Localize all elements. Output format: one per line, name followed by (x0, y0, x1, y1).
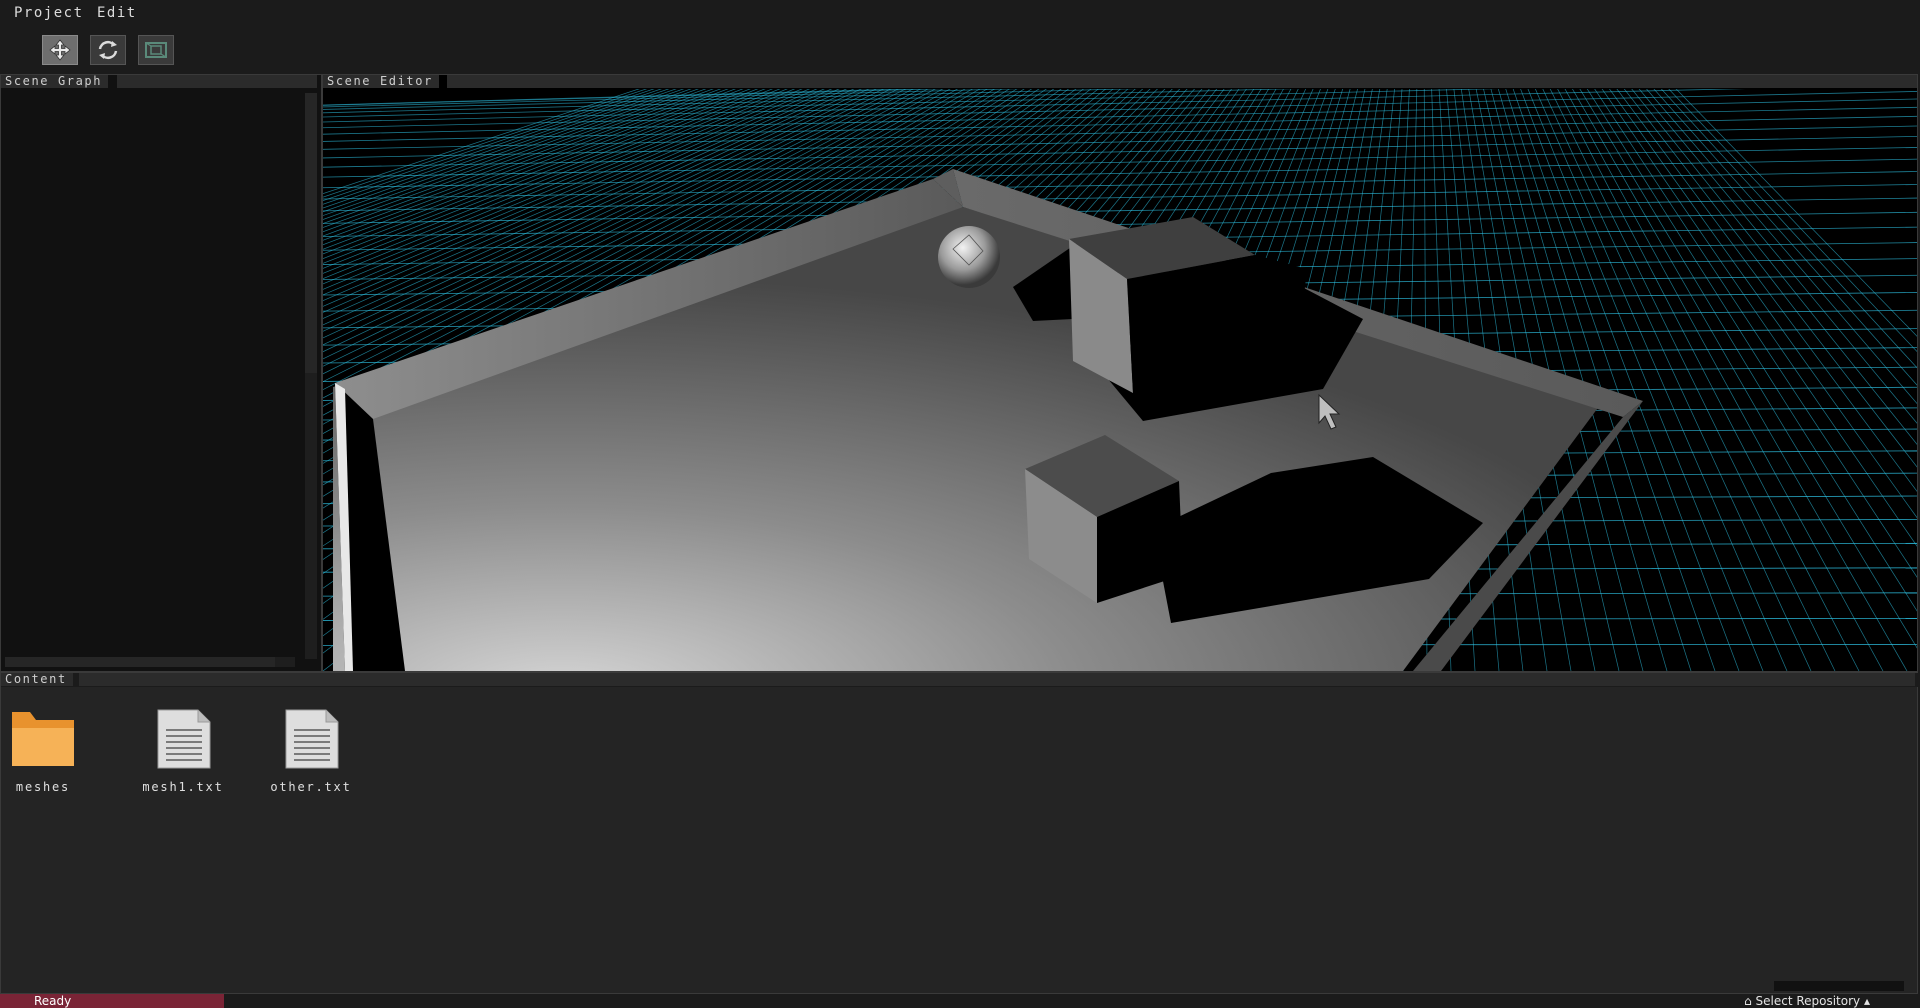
content-horizontal-scrollbar[interactable] (1774, 981, 1904, 991)
chevron-up-icon: ▴ (1860, 994, 1870, 1008)
tab-strip (117, 75, 317, 88)
scene-graph-panel: Scene Graph (0, 74, 322, 672)
status-ready: Ready (0, 994, 224, 1008)
content-item-mesh1[interactable]: mesh1.txt (128, 708, 238, 794)
select-repository-button[interactable]: ⌂ Select Repository ▴ (1744, 994, 1870, 1008)
menu-project[interactable]: Project (14, 5, 84, 21)
text-file-icon (157, 709, 211, 769)
tab-strip-line (79, 673, 1915, 686)
tab-strip (447, 75, 1917, 88)
scale-icon (145, 42, 167, 58)
scene-editor-panel[interactable]: Scene Editor (322, 74, 1918, 672)
scene-viewport[interactable] (323, 89, 1917, 671)
rotate-tool-button[interactable] (90, 35, 126, 65)
scale-tool-button[interactable] (138, 35, 174, 65)
content-item-label: meshes (15, 780, 71, 794)
status-bar: Ready ⌂ Select Repository ▴ (0, 994, 1920, 1008)
text-file-icon (285, 709, 339, 769)
toolbar (0, 30, 1920, 72)
scene-editor-title: Scene Editor (323, 75, 439, 88)
vertical-scrollbar-thumb[interactable] (305, 93, 317, 373)
select-repository-label: Select Repository (1755, 994, 1861, 1008)
horizontal-scrollbar-thumb[interactable] (5, 657, 275, 667)
content-item-meshes[interactable]: meshes (0, 708, 98, 794)
content-item-label: other.txt (270, 780, 352, 794)
repository-icon: ⌂ (1744, 994, 1756, 1008)
menu-bar: Project Edit (0, 0, 1920, 30)
rotate-icon (98, 40, 118, 60)
content-title: Content (1, 673, 73, 686)
folder-icon (12, 712, 74, 766)
menu-edit[interactable]: Edit (97, 5, 137, 21)
content-item-label: mesh1.txt (142, 780, 224, 794)
move-tool-button[interactable] (42, 35, 78, 65)
move-icon (49, 39, 71, 61)
scene-graph-title: Scene Graph (1, 75, 109, 88)
content-item-other[interactable]: other.txt (256, 708, 366, 794)
